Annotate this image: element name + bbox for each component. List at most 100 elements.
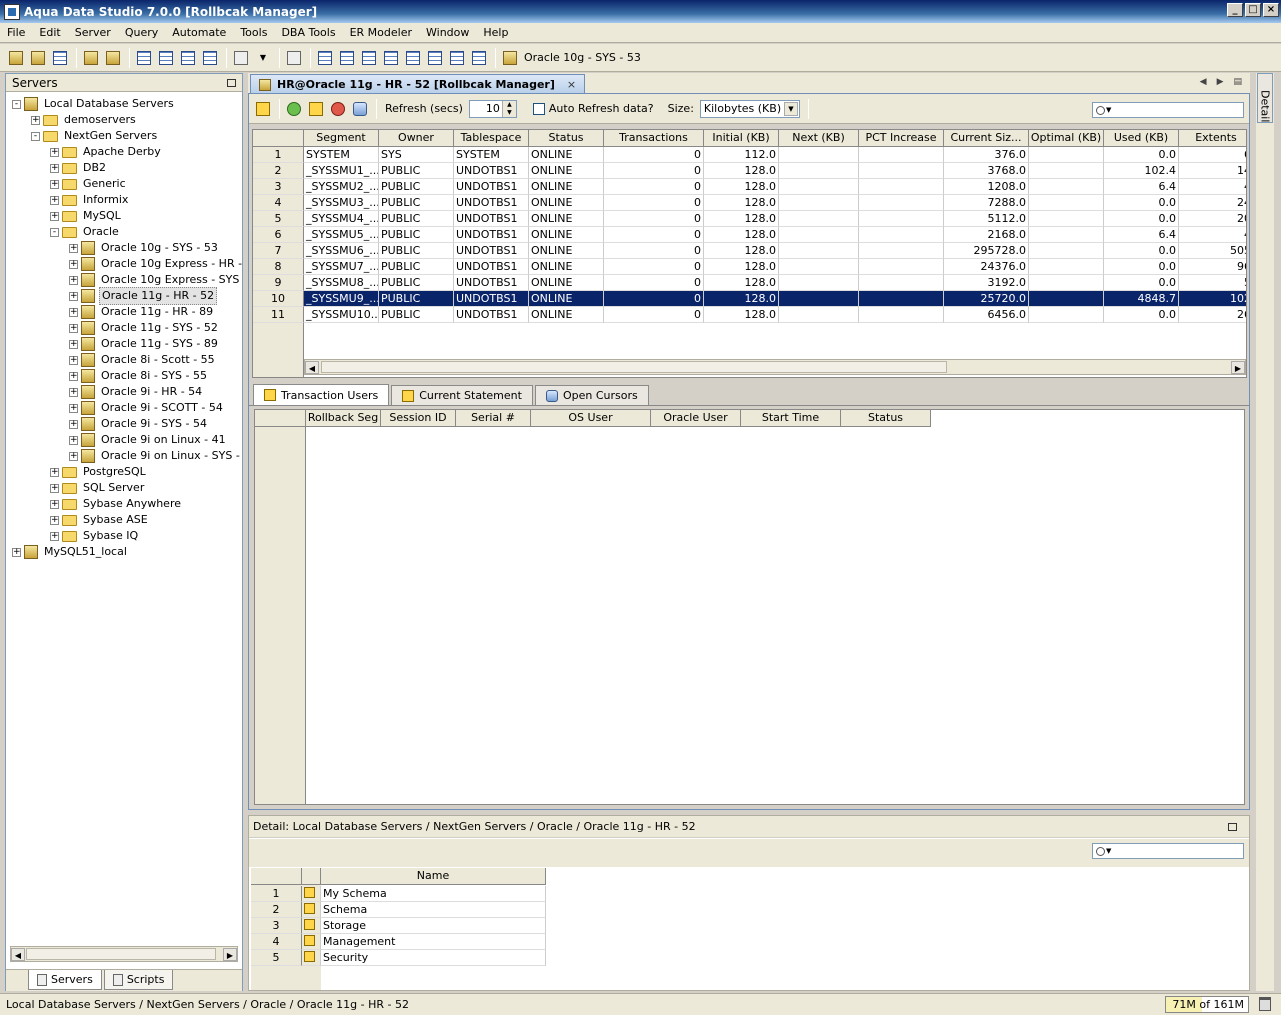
new-server-icon[interactable] xyxy=(6,48,26,68)
column-header[interactable]: Owner xyxy=(379,130,454,147)
scroll-thumb[interactable] xyxy=(26,948,216,960)
table-cell[interactable]: ONLINE xyxy=(529,227,604,243)
register-icon[interactable] xyxy=(50,48,70,68)
column-header[interactable]: Current Siz... xyxy=(944,130,1029,147)
column-header[interactable]: Segment xyxy=(304,130,379,147)
table-cell[interactable]: UNDOTBS1 xyxy=(454,195,529,211)
tree-node[interactable]: + MySQL xyxy=(50,208,123,224)
tree-node[interactable]: + Oracle 9i - HR - 54 xyxy=(69,384,204,400)
table-cell[interactable]: SYSTEM xyxy=(304,147,379,163)
menu-help[interactable]: Help xyxy=(476,24,515,42)
list-item[interactable]: 2 Schema xyxy=(251,902,546,918)
table-cell[interactable]: UNDOTBS1 xyxy=(454,307,529,323)
table-cell[interactable]: 6.4 xyxy=(1104,179,1179,195)
form-view-icon[interactable] xyxy=(337,48,357,68)
copy-server-icon[interactable] xyxy=(103,48,123,68)
table-cell[interactable]: ONLINE xyxy=(529,163,604,179)
table-cell[interactable]: 5112.0 xyxy=(944,211,1029,227)
table-cell[interactable]: 128.0 xyxy=(704,227,779,243)
table-cell[interactable] xyxy=(859,307,944,323)
table-cell[interactable]: UNDOTBS1 xyxy=(454,227,529,243)
column-header[interactable]: Optimal (KB) xyxy=(1029,130,1104,147)
table-cell[interactable] xyxy=(1029,211,1104,227)
table-view-icon[interactable] xyxy=(315,48,335,68)
table-cell[interactable] xyxy=(859,195,944,211)
table-cell[interactable]: UNDOTBS1 xyxy=(454,275,529,291)
table-cell[interactable]: 128.0 xyxy=(704,275,779,291)
table-cell[interactable]: ONLINE xyxy=(529,275,604,291)
table-cell[interactable]: 0 xyxy=(604,195,704,211)
column-header[interactable]: Oracle User xyxy=(651,410,741,427)
table-cell[interactable]: 14 xyxy=(1179,163,1246,179)
xml-view-icon[interactable] xyxy=(425,48,445,68)
table-cell[interactable]: 26 xyxy=(1179,307,1246,323)
table-cell[interactable]: 0 xyxy=(604,307,704,323)
table-cell[interactable] xyxy=(859,275,944,291)
table-cell[interactable]: 0.0 xyxy=(1104,195,1179,211)
table-cell[interactable]: 102 xyxy=(1179,291,1246,307)
table-cell[interactable] xyxy=(859,211,944,227)
table-cell[interactable]: ONLINE xyxy=(529,147,604,163)
column-header[interactable]: Extents xyxy=(1179,130,1246,147)
table-row[interactable]: 2 _SYSSMU1_... PUBLIC UNDOTBS1 ONLINE 0 128.0 3… xyxy=(253,163,1246,179)
search-dropdown-icon[interactable]: ▼ xyxy=(1106,106,1111,114)
column-header[interactable]: Next (KB) xyxy=(779,130,859,147)
text-view-icon[interactable] xyxy=(403,48,423,68)
table-cell[interactable]: 25720.0 xyxy=(944,291,1029,307)
table-cell[interactable]: 128.0 xyxy=(704,195,779,211)
table-cell[interactable] xyxy=(779,195,859,211)
er-modeler-icon[interactable] xyxy=(200,48,220,68)
table-cell[interactable] xyxy=(1029,163,1104,179)
table-cell[interactable]: 0.0 xyxy=(1104,259,1179,275)
dropdown-arrow-icon[interactable]: ▼ xyxy=(253,48,273,68)
new-server-alt-icon[interactable] xyxy=(28,48,48,68)
table-cell[interactable] xyxy=(1029,243,1104,259)
table-cell[interactable]: 0.0 xyxy=(1104,275,1179,291)
tab-rollback-manager[interactable]: HR@Oracle 11g - HR - 52 [Rollbcak Manage… xyxy=(250,74,586,94)
tree-node[interactable]: - Oracle xyxy=(50,224,121,240)
menu-er-modeler[interactable]: ER Modeler xyxy=(343,24,419,42)
grid-search-input[interactable]: ▼ xyxy=(1092,102,1244,118)
tree-node[interactable]: - Local Database Servers xyxy=(12,96,176,112)
table-cell[interactable]: 4848.7 xyxy=(1104,291,1179,307)
grid-horizontal-scrollbar[interactable]: ◀ ▶ xyxy=(304,359,1246,375)
column-header[interactable]: Transactions xyxy=(604,130,704,147)
query-window-icon[interactable] xyxy=(134,48,154,68)
shrink-segment-icon[interactable] xyxy=(350,99,370,119)
menu-edit[interactable]: Edit xyxy=(32,24,67,42)
table-cell[interactable]: UNDOTBS1 xyxy=(454,259,529,275)
tree-node[interactable]: + Oracle 11g - SYS - 52 xyxy=(69,320,220,336)
table-cell[interactable]: 102.4 xyxy=(1104,163,1179,179)
table-cell[interactable] xyxy=(1029,259,1104,275)
chevron-down-icon[interactable]: ▼ xyxy=(783,101,798,116)
expand-icon[interactable]: + xyxy=(69,355,78,365)
table-cell[interactable]: 24 xyxy=(1179,195,1246,211)
tree-node[interactable]: + Oracle 9i on Linux - SYS - 41 xyxy=(69,448,242,464)
table-row[interactable]: 7 _SYSSMU6_... PUBLIC UNDOTBS1 ONLINE 0 128.0 2… xyxy=(253,243,1246,259)
tree-node[interactable]: + SQL Server xyxy=(50,480,146,496)
expand-icon[interactable]: + xyxy=(31,115,40,125)
table-cell[interactable]: 0.0 xyxy=(1104,147,1179,163)
table-cell[interactable] xyxy=(779,291,859,307)
menu-query[interactable]: Query xyxy=(118,24,165,42)
table-cell[interactable]: 0 xyxy=(604,163,704,179)
tree-node[interactable]: + Oracle 11g - SYS - 89 xyxy=(69,336,220,352)
table-cell[interactable] xyxy=(1029,307,1104,323)
detail-name-cell[interactable]: My Schema xyxy=(321,886,546,902)
tree-node[interactable]: + Oracle 11g - HR - 52 xyxy=(69,287,218,305)
column-header[interactable]: Rollback Seg xyxy=(306,410,381,427)
table-cell[interactable]: _SYSSMU3_... xyxy=(304,195,379,211)
table-row[interactable]: 10 _SYSSMU9_... PUBLIC UNDOTBS1 ONLINE 0 128.0… xyxy=(253,291,1246,307)
tree-node[interactable]: + MySQL51_local xyxy=(12,544,129,560)
table-cell[interactable] xyxy=(1029,195,1104,211)
table-cell[interactable]: 0 xyxy=(604,147,704,163)
table-cell[interactable] xyxy=(859,163,944,179)
table-cell[interactable]: _SYSSMU2_... xyxy=(304,179,379,195)
chart-view-icon[interactable] xyxy=(447,48,467,68)
table-cell[interactable]: ONLINE xyxy=(529,179,604,195)
menu-window[interactable]: Window xyxy=(419,24,476,42)
grid-scroll-left-icon[interactable]: ◀ xyxy=(305,361,319,374)
expand-icon[interactable]: + xyxy=(69,307,78,317)
online-segment-icon[interactable] xyxy=(284,99,304,119)
garbage-collect-icon[interactable] xyxy=(1259,997,1271,1011)
